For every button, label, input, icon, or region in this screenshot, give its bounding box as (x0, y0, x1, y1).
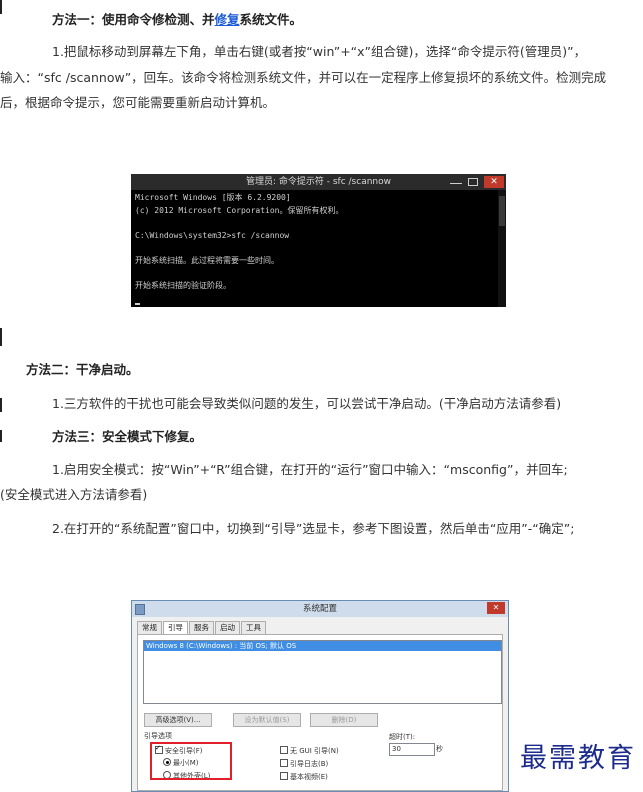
msconfig-titlebar: 系统配置 ✕ (132, 601, 508, 617)
edge-mark (0, 0, 2, 14)
boot-log-option: 引导日志(B) (280, 759, 328, 769)
set-default-button: 设为默认值(S) (233, 713, 301, 727)
method3-paragraph1-line1: 1.启用安全模式：按“Win”+“R”组合键，在打开的“运行”窗口中输入：“ms… (52, 462, 568, 477)
minimize-icon (450, 177, 462, 184)
cmd-cursor-line (135, 292, 502, 305)
base-video-option: 基本视频(E) (280, 772, 328, 782)
edge-mark (0, 328, 2, 346)
cmd-line (135, 217, 502, 230)
checkbox-icon (280, 772, 288, 780)
method1-paragraph-line3: 后，根据命令提示，您可能需要重新启动计算机。 (0, 95, 276, 110)
tab-tools: 工具 (241, 621, 266, 634)
close-icon: ✕ (484, 176, 504, 188)
os-list-item: Windows 8 (C:\Windows) : 当前 OS; 默认 OS (144, 641, 501, 651)
cmd-titlebar: 管理员: 命令提示符 - sfc /scannow ✕ (131, 174, 506, 190)
tab-general: 常规 (137, 621, 162, 634)
method1-heading-text: 方法一：使用命令修检测、并 (52, 12, 215, 27)
cmd-line (135, 242, 502, 255)
method3-paragraph1-line2: (安全模式进入方法请参看) (0, 487, 148, 502)
method1-heading: 方法一：使用命令修检测、并修复系统文件。 (52, 8, 302, 32)
msconfig-title: 系统配置 (302, 604, 337, 614)
checkbox-icon (280, 759, 288, 767)
tab-startup: 启动 (215, 621, 240, 634)
cmd-output: Microsoft Windows [版本 6.2.9200] (c) 2012… (131, 190, 506, 307)
no-gui-option: 无 GUI 引导(N) (280, 746, 339, 756)
cmd-window-screenshot: 管理员: 命令提示符 - sfc /scannow ✕ Microsoft Wi… (131, 174, 506, 307)
highlight-box (150, 742, 232, 780)
cmd-line: (c) 2012 Microsoft Corporation。保留所有权利。 (135, 205, 344, 215)
tab-boot: 引导 (163, 621, 188, 635)
timeout-field: 30 (389, 743, 435, 756)
method1-heading-suffix: 系统文件。 (239, 12, 303, 27)
watermark-logo: 最需教育 (520, 743, 636, 774)
checkbox-icon (280, 746, 288, 754)
method1-paragraph-line1: 1.把鼠标移动到屏幕左下角，单击右键(或者按“win”+“x”组合键)，选择“命… (52, 44, 587, 59)
method1-paragraph-line2: 输入：“sfc /scannow”，回车。该命令将检测系统文件，并可以在一定程序… (0, 70, 607, 85)
edge-mark (0, 398, 2, 412)
boot-options-label: 引导选项 (144, 732, 172, 740)
edge-mark (0, 430, 2, 442)
method2-heading: 方法二：干净启动。 (26, 362, 139, 377)
no-gui-label: 无 GUI 引导(N) (290, 747, 339, 755)
cursor-icon (135, 302, 140, 305)
cmd-line (135, 267, 502, 280)
cmd-line: Microsoft Windows [版本 6.2.9200] (135, 193, 291, 202)
maximize-icon (468, 178, 478, 186)
timeout-unit: 秒 (436, 745, 443, 753)
tab-services: 服务 (189, 621, 214, 634)
boot-log-label: 引导日志(B) (290, 760, 329, 768)
method3-paragraph2: 2.在打开的“系统配置”窗口中，切换到“引导”选显卡，参考下图设置，然后单击“应… (52, 521, 575, 536)
cmd-scrollbar (498, 190, 506, 307)
method3-heading: 方法三：安全模式下修复。 (52, 429, 203, 444)
delete-button: 删除(D) (310, 713, 378, 727)
repair-link[interactable]: 修复 (215, 12, 240, 27)
close-icon: ✕ (487, 602, 505, 614)
cmd-line: 开始系统扫描。此过程将需要一些时间。 (135, 255, 279, 265)
cmd-line: C:\Windows\system32>sfc /scannow (135, 230, 290, 240)
advanced-options-button: 高级选项(V)... (144, 713, 212, 727)
timeout-label: 超时(T): (389, 733, 416, 741)
method2-paragraph: 1.三方软件的干扰也可能会导致类似问题的发生，可以尝试干净启动。(干净启动方法请… (52, 396, 562, 411)
base-video-label: 基本视频(E) (290, 773, 328, 781)
os-list: Windows 8 (C:\Windows) : 当前 OS; 默认 OS (143, 640, 502, 704)
cmd-line: 开始系统扫描的验证阶段。 (135, 280, 231, 290)
cmd-scroll-thumb (499, 196, 505, 226)
msconfig-tabs: 常规 引导 服务 启动 工具 (137, 621, 267, 635)
